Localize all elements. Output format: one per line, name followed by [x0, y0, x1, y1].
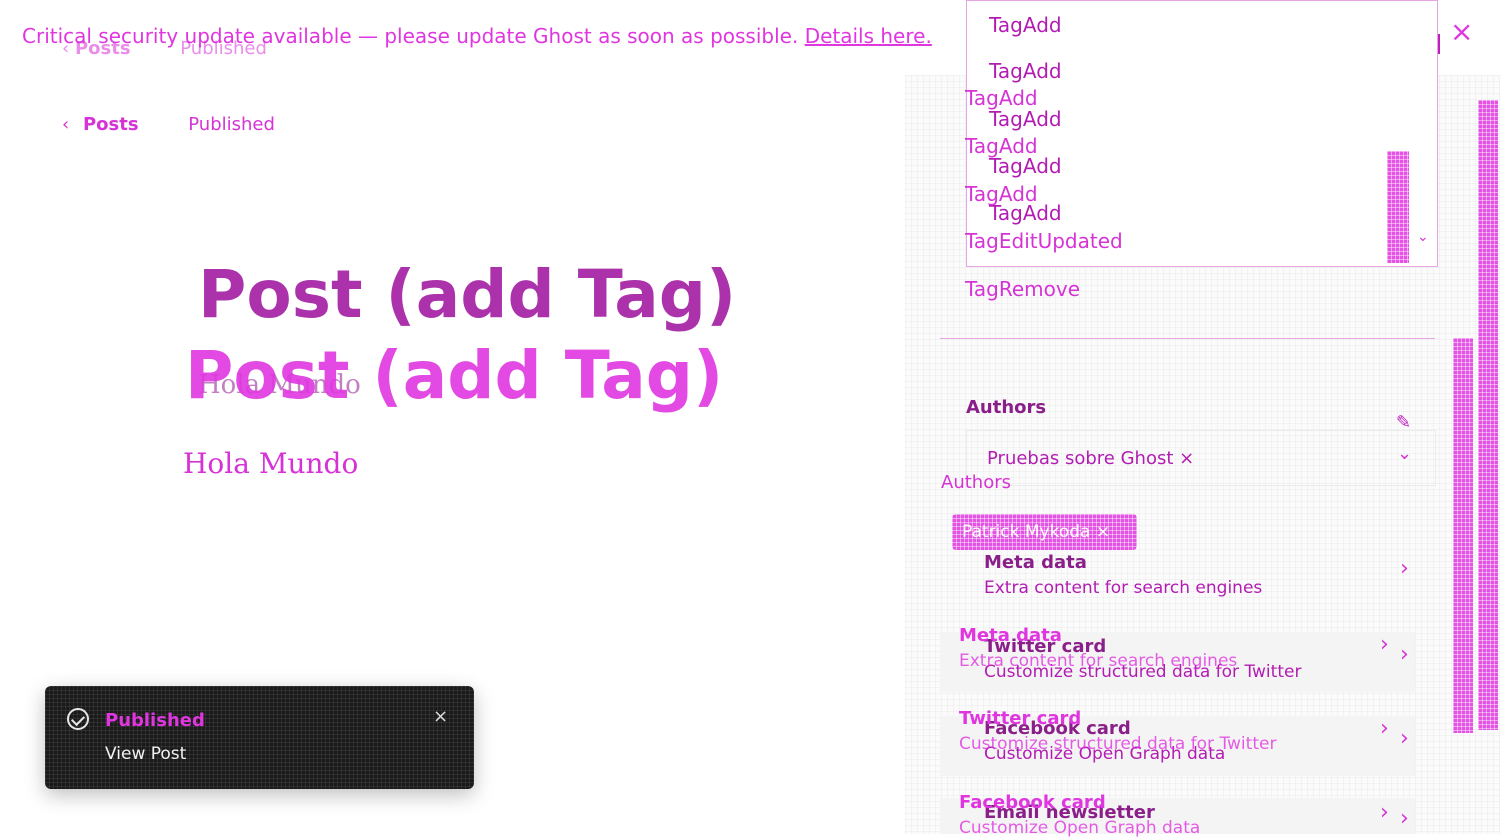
twitter-ghost-subtitle: Customize structured data for Twitter [959, 734, 1277, 754]
toast-title: Published [105, 710, 205, 731]
chevron-right-icon: › [1380, 716, 1389, 741]
sidebar-scrollbar-ghost [1453, 338, 1473, 733]
author-chip[interactable]: Patrick Mykoda × [952, 514, 1137, 550]
meta-data-card[interactable]: Meta data Extra content for search engin… [940, 548, 1415, 608]
published-toast: Published View Post × [45, 686, 474, 789]
authors-input[interactable]: Pruebas sobre Ghost × ⌄ [966, 430, 1436, 486]
twitter-ghost-title: Twitter card [959, 708, 1082, 729]
dropdown-scrollbar[interactable] [1387, 151, 1409, 263]
breadcrumb-posts-ghost: Posts [74, 38, 131, 59]
tag-list-item[interactable]: TagRemove [965, 277, 1080, 301]
meta-data-ghost-title: Meta data [959, 625, 1062, 646]
tag-list-border [940, 338, 1435, 339]
toast-close-icon[interactable]: × [433, 706, 448, 727]
tag-list-item[interactable]: TagEditUpdated [965, 229, 1123, 253]
dropdown-item[interactable]: TagAdd [989, 59, 1062, 83]
back-icon: ‹ [62, 38, 70, 59]
chevron-right-icon: › [1400, 806, 1409, 831]
card-title: Meta data [984, 552, 1087, 573]
chevron-right-icon: › [1400, 726, 1409, 751]
tag-list-item[interactable]: TagAdd [965, 86, 1038, 110]
post-title[interactable]: Post (add Tag) [198, 262, 736, 328]
chevron-down-icon[interactable]: ⌄ [1397, 443, 1412, 464]
facebook-ghost-subtitle: Customize Open Graph data [959, 818, 1201, 838]
dropdown-item[interactable]: TagAdd [989, 107, 1062, 131]
sidebar-scrollbar[interactable] [1478, 100, 1498, 730]
back-to-posts-link[interactable]: Posts [83, 114, 139, 135]
post-status: Published [188, 114, 275, 135]
authors-label: Authors [966, 397, 1047, 418]
facebook-ghost-title: Facebook card [959, 792, 1106, 813]
tag-list-item[interactable]: TagAdd [965, 134, 1038, 158]
view-post-link[interactable]: View Post [105, 744, 186, 764]
authors-label-ghost: Authors [941, 472, 1011, 493]
card-subtitle: Extra content for search engines [984, 578, 1263, 598]
chevron-right-icon: › [1380, 800, 1389, 825]
dropdown-item[interactable]: TagAdd [989, 13, 1062, 37]
scroll-down-icon[interactable]: ⌄ [1417, 229, 1429, 245]
close-icon[interactable]: × [1450, 18, 1473, 46]
meta-data-ghost-subtitle: Extra content for search engines [959, 651, 1238, 671]
chevron-right-icon: › [1380, 632, 1389, 657]
chevron-right-icon: › [1400, 642, 1409, 667]
tag-list-item[interactable]: TagAdd [965, 182, 1038, 206]
back-chevron-icon: ‹ [62, 114, 70, 135]
status-ghost: Published [180, 38, 267, 59]
breadcrumb: ‹ Posts Published [62, 114, 275, 135]
check-circle-icon [67, 708, 89, 730]
alert-details-link[interactable]: Details here. [805, 24, 932, 48]
post-title-overlay: Post (add Tag) [185, 337, 724, 414]
chevron-right-icon: › [1400, 556, 1409, 581]
author-token[interactable]: Pruebas sobre Ghost × [987, 448, 1194, 469]
breadcrumb-ghost: ‹ Posts Published [62, 38, 267, 59]
post-body[interactable]: Hola Mundo [183, 447, 358, 480]
